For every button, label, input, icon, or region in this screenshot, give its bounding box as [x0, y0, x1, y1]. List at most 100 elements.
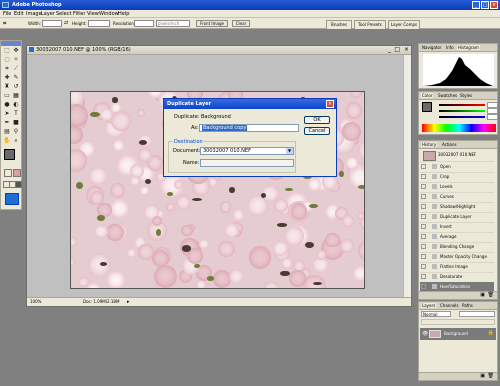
tab-color[interactable]: Color — [421, 93, 434, 98]
eraser-tool-icon[interactable]: ▭ — [3, 92, 11, 100]
tab-paths[interactable]: Paths — [461, 303, 474, 308]
crop-tool-icon[interactable]: ⌗ — [3, 20, 6, 28]
well-tab-layer-comps[interactable]: Layer Comps — [388, 20, 420, 29]
tab-styles[interactable]: Styles — [459, 93, 473, 98]
history-source-checkbox[interactable] — [421, 254, 426, 259]
doc-minimize-icon[interactable]: _ — [388, 46, 391, 53]
well-tab-brushes[interactable]: Brushes — [326, 20, 352, 29]
tab-layers[interactable]: Layers — [421, 303, 437, 308]
menu-select[interactable]: Select — [56, 11, 71, 17]
ok-button[interactable]: OK — [304, 116, 330, 124]
tab-history[interactable]: History — [421, 142, 438, 147]
marquee-tool-icon[interactable]: ⬚ — [3, 47, 11, 55]
as-input[interactable]: Background copy — [199, 124, 299, 132]
history-snapshot[interactable]: 30032007 010.NEF — [420, 149, 494, 162]
tab-actions[interactable]: Actions — [441, 142, 458, 147]
opacity-field[interactable] — [459, 311, 495, 317]
cancel-button[interactable]: Cancel — [304, 127, 330, 135]
notes-tool-icon[interactable]: ▤ — [3, 128, 11, 136]
tab-info[interactable]: Info — [445, 45, 455, 50]
quick-mask-mode-icon[interactable] — [13, 169, 21, 177]
dialog-titlebar[interactable]: Duplicate Layer × — [164, 99, 336, 109]
dodge-tool-icon[interactable]: ◐ — [12, 101, 20, 109]
menu-image[interactable]: Image — [26, 11, 42, 17]
minimize-icon[interactable]: _ — [472, 1, 480, 9]
gradient-tool-icon[interactable]: ▦ — [12, 92, 20, 100]
history-source-checkbox[interactable] — [421, 174, 426, 179]
blue-slider[interactable] — [439, 116, 485, 118]
eye-icon[interactable]: 👁 — [422, 331, 428, 337]
new-snapshot-icon[interactable]: ▣ — [480, 292, 485, 298]
doc-maximize-icon[interactable]: □ — [394, 46, 400, 53]
history-brush-tool-icon[interactable]: ↺ — [12, 83, 20, 91]
tab-swatches[interactable]: Swatches — [437, 93, 458, 98]
healing-brush-tool-icon[interactable]: ✚ — [3, 74, 11, 82]
history-source-checkbox[interactable] — [421, 214, 426, 219]
close-icon[interactable]: × — [490, 1, 498, 9]
new-layer-icon[interactable]: ▣ — [480, 373, 485, 379]
history-source-checkbox[interactable] — [421, 184, 426, 189]
brush-tool-icon[interactable]: ✎ — [12, 74, 20, 82]
eyedropper-tool-icon[interactable]: ⚲ — [12, 128, 20, 136]
blur-tool-icon[interactable]: ● — [3, 101, 11, 109]
menu-filter[interactable]: Filter — [73, 11, 85, 17]
history-source-checkbox[interactable] — [421, 274, 426, 279]
move-tool-icon[interactable]: ✥ — [12, 47, 20, 55]
green-slider[interactable] — [439, 110, 485, 112]
resolution-field[interactable] — [134, 20, 154, 27]
history-source-checkbox[interactable] — [421, 224, 426, 229]
well-tab-tool-presets[interactable]: Tool Presets — [354, 20, 386, 29]
tools-palette-titlebar[interactable] — [1, 41, 21, 46]
type-tool-icon[interactable]: T — [12, 110, 20, 118]
height-field[interactable] — [88, 20, 110, 27]
shape-tool-icon[interactable]: ■ — [12, 119, 20, 127]
red-slider[interactable] — [439, 104, 485, 106]
blue-value-field[interactable] — [487, 114, 498, 120]
menu-help[interactable]: Help — [118, 11, 129, 17]
history-source-checkbox[interactable] — [421, 234, 426, 239]
color-foreground-swatch[interactable] — [422, 102, 432, 112]
imageready-jump-icon[interactable] — [5, 193, 19, 205]
slice-tool-icon[interactable]: ⟋ — [12, 65, 20, 73]
history-source-checkbox[interactable] — [421, 204, 426, 209]
doc-close-icon[interactable]: × — [404, 46, 409, 53]
menu-view[interactable]: View — [87, 11, 99, 17]
history-source-checkbox[interactable] — [421, 194, 426, 199]
crop-tool-icon-palette[interactable]: ⌗ — [3, 65, 11, 73]
dialog-close-icon[interactable]: × — [326, 100, 334, 108]
document-titlebar[interactable]: 30032007 010.NEF @ 100% (RGB/16) _ □ × — [27, 46, 411, 55]
resolution-unit-select[interactable]: pixels/inch — [156, 20, 190, 27]
history-source-checkbox[interactable] — [421, 244, 426, 249]
path-selection-tool-icon[interactable]: ➤ — [3, 110, 11, 118]
clone-stamp-tool-icon[interactable]: ♜ — [3, 83, 11, 91]
foreground-color-swatch[interactable] — [4, 149, 15, 160]
width-field[interactable] — [42, 20, 62, 27]
tab-channels[interactable]: Channels — [439, 303, 460, 308]
maximize-icon[interactable]: □ — [481, 1, 489, 9]
tab-histogram[interactable]: Histogram — [457, 45, 480, 50]
delete-history-icon[interactable]: 🗑 — [488, 292, 494, 298]
standard-mode-icon[interactable] — [4, 169, 12, 177]
history-source-checkbox[interactable] — [421, 264, 426, 269]
delete-layer-icon[interactable]: 🗑 — [488, 373, 494, 379]
lasso-tool-icon[interactable]: ◌ — [3, 56, 11, 64]
layer-row-background[interactable]: 👁 Background 🔒 — [420, 328, 496, 340]
clear-button[interactable]: Clear — [232, 20, 250, 27]
swap-icon[interactable]: ⇄ — [64, 20, 68, 26]
magic-wand-tool-icon[interactable]: ✧ — [12, 56, 20, 64]
pen-tool-icon[interactable]: ✒ — [3, 119, 11, 127]
front-image-button[interactable]: Front Image — [196, 20, 228, 27]
color-spectrum-ramp[interactable] — [422, 124, 496, 132]
blend-mode-select[interactable]: Normal — [421, 311, 451, 317]
screen-mode-full-black-icon[interactable] — [15, 181, 22, 188]
menu-window[interactable]: Window — [99, 11, 119, 17]
name-input[interactable] — [200, 159, 294, 167]
dropdown-arrow-icon[interactable]: ▼ — [286, 148, 293, 154]
document-size-info[interactable]: Doc: 1.09M/2.18M — [83, 299, 119, 304]
menu-layer[interactable]: Layer — [41, 11, 55, 17]
zoom-level[interactable]: 100% — [30, 299, 41, 304]
canvas-area[interactable] — [27, 55, 404, 299]
menu-edit[interactable]: Edit — [14, 11, 24, 17]
zoom-tool-icon[interactable]: ⌕ — [12, 137, 20, 145]
menu-file[interactable]: File — [3, 11, 11, 17]
